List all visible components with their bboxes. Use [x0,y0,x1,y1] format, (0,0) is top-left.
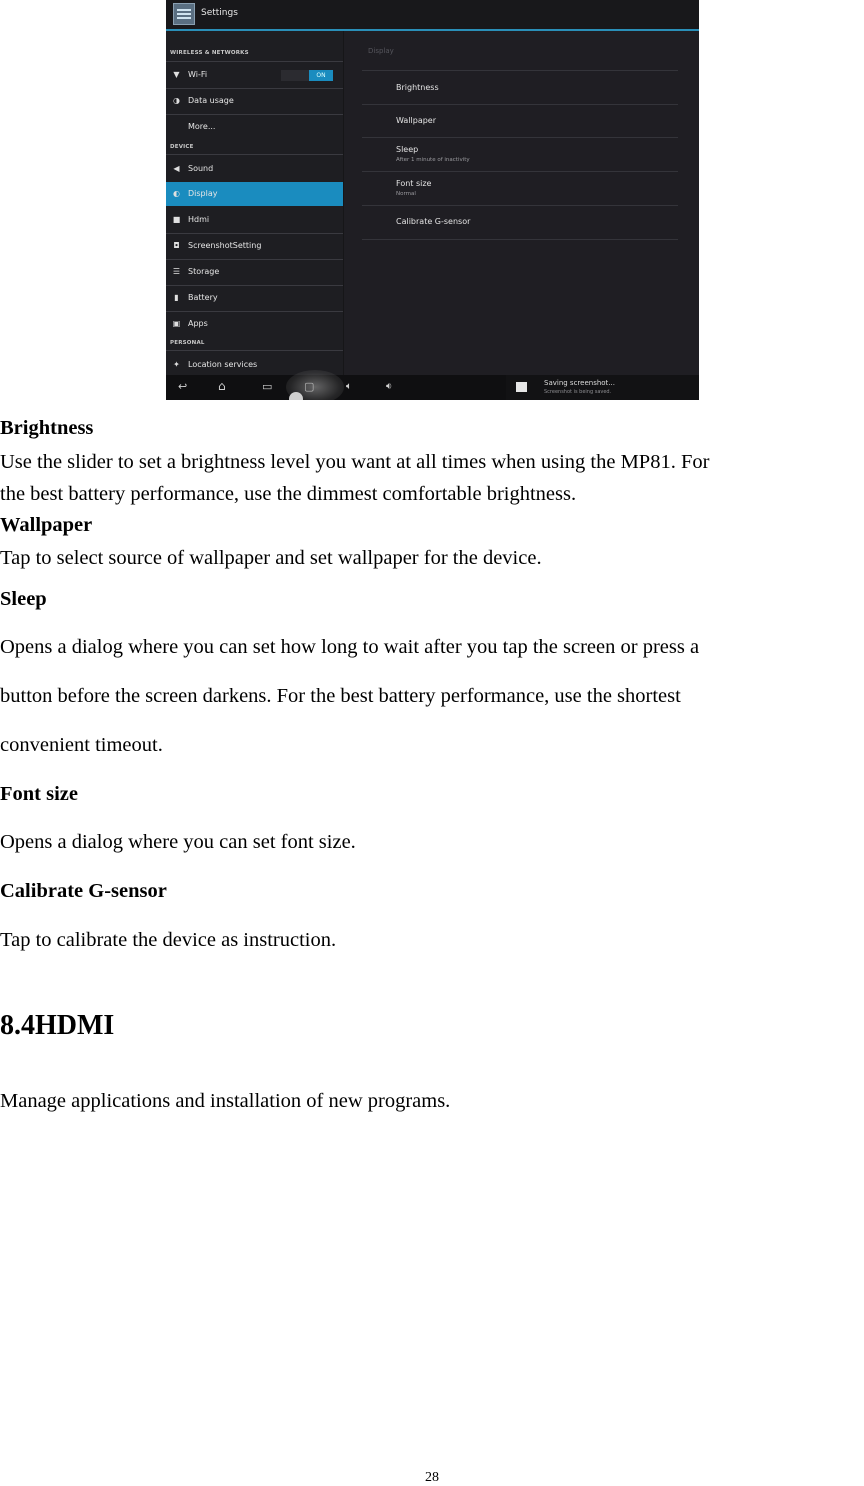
wifi-icon: ▼ [173,70,180,79]
sidebar-item-battery[interactable]: ▮ Battery [166,286,343,310]
brightness-text-line1: Use the slider to set a brightness level… [0,451,710,473]
storage-icon: ☰ [172,267,181,276]
divider [166,154,343,155]
volume-up-icon[interactable]: 🔉︎ [386,381,392,393]
notification-subtitle: Screenshot is being saved. [544,389,612,395]
sidebar-item-label: More... [188,122,216,131]
apps-icon: ▣ [172,319,181,328]
divider [362,239,678,240]
divider [362,104,678,105]
setting-font-size-value: Normal [396,191,416,197]
setting-calibrate-gsensor[interactable]: Calibrate G-sensor [396,217,470,226]
display-icon: ◐ [173,189,180,198]
sidebar-item-label: Sound [188,164,214,173]
settings-sidebar: WIRELESS & NETWORKS ▼ Wi-Fi ON ◑ Data us… [166,31,343,375]
hdmi-icon: ■ [172,215,181,224]
section-personal: PERSONAL [170,340,205,346]
section-wireless: WIRELESS & NETWORKS [170,50,249,56]
setting-font-size[interactable]: Font size [396,179,431,188]
sidebar-item-label: Display [188,189,218,198]
app-title: Settings [201,8,238,18]
divider [362,137,678,138]
sidebar-item-label: ScreenshotSetting [188,241,262,250]
volume-down-icon[interactable]: 🔈︎ [346,381,352,393]
fontsize-text: Opens a dialog where you can set font si… [0,831,356,853]
notification-title: Saving screenshot... [544,379,615,387]
sleep-heading: Sleep [0,588,47,610]
settings-icon [173,3,195,25]
sidebar-item-more[interactable]: More... [166,115,343,139]
section-heading-hdmi: 8.4HDMI [0,1010,115,1041]
toggle-on-label: ON [309,70,333,81]
sidebar-item-screenshot-setting[interactable]: ◘ ScreenshotSetting [166,234,343,258]
wallpaper-text: Tap to select source of wallpaper and se… [0,547,542,569]
recent-apps-icon[interactable]: ▭ [262,381,272,393]
sidebar-item-label: Wi-Fi [188,70,208,79]
battery-icon: ▮ [174,293,179,302]
section-device: DEVICE [170,144,194,150]
speaker-icon: ◀ [173,164,180,173]
setting-wallpaper[interactable]: Wallpaper [396,116,436,125]
sidebar-item-display[interactable]: ◐ Display [166,182,343,206]
setting-brightness[interactable]: Brightness [396,83,439,92]
sidebar-item-sound[interactable]: ◀ Sound [166,157,343,181]
wallpaper-heading: Wallpaper [0,514,93,536]
settings-screenshot: Settings WIRELESS & NETWORKS ▼ Wi-Fi ON … [166,0,699,400]
section-text: Manage applications and installation of … [0,1090,451,1112]
gsensor-text: Tap to calibrate the device as instructi… [0,929,337,951]
brightness-heading: Brightness [0,417,94,439]
sidebar-item-label: Battery [188,293,218,302]
sidebar-item-storage[interactable]: ☰ Storage [166,260,343,284]
sidebar-item-apps[interactable]: ▣ Apps [166,312,343,336]
sleep-text-line3: convenient timeout. [0,734,163,756]
divider [362,171,678,172]
panel-header: Display [368,47,394,55]
fontsize-heading: Font size [0,783,78,805]
sidebar-item-hdmi[interactable]: ■ Hdmi [166,208,343,232]
setting-sleep-value: After 1 minute of inactivity [396,157,470,163]
touch-point [289,392,303,400]
back-icon[interactable]: ↩ [178,381,187,393]
sidebar-item-data-usage[interactable]: ◑ Data usage [166,89,343,113]
display-settings-panel: Display Brightness Wallpaper Sleep After… [343,31,699,375]
sidebar-item-label: Location services [188,360,258,369]
data-usage-icon: ◑ [173,96,180,105]
divider [166,350,343,351]
sidebar-item-label: Hdmi [188,215,210,224]
divider [166,61,343,62]
sidebar-item-label: Data usage [188,96,234,105]
divider [362,70,678,71]
system-nav-bar: ↩ ⌂ ▭ ▢ 🔈︎ 🔉︎ Saving screenshot... Scree… [166,375,699,400]
camera-icon: ◘ [173,241,180,250]
brightness-text-line2: the best battery performance, use the di… [0,483,577,505]
wifi-toggle[interactable]: ON [281,70,333,81]
location-icon: ✦ [173,360,180,369]
sidebar-item-wifi[interactable]: ▼ Wi-Fi ON [166,63,343,87]
setting-sleep[interactable]: Sleep [396,145,418,154]
action-bar: Settings [166,0,699,31]
image-icon [516,382,527,392]
page-number: 28 [425,1470,439,1485]
screenshot-notification[interactable]: Saving screenshot... Screenshot is being… [506,375,699,400]
sidebar-item-label: Apps [188,319,208,328]
gsensor-heading: Calibrate G-sensor [0,880,167,902]
sleep-text-line2: button before the screen darkens. For th… [0,685,681,707]
divider [362,205,678,206]
home-icon[interactable]: ⌂ [218,380,226,392]
sidebar-item-label: Storage [188,267,220,276]
sleep-text-line1: Opens a dialog where you can set how lon… [0,636,700,658]
